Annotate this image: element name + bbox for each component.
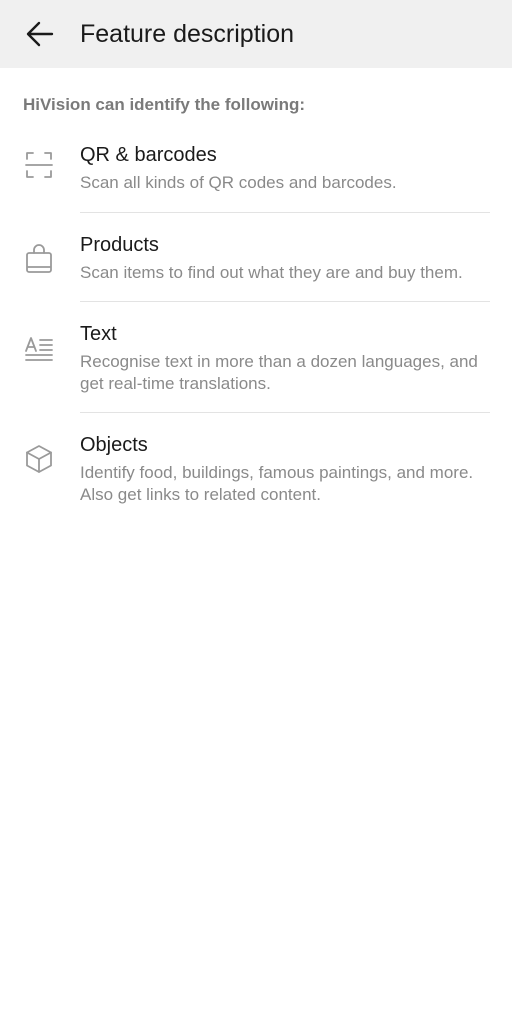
feature-title: Products — [80, 234, 159, 256]
feature-item-objects: Objects Identify food, buildings, famous… — [0, 413, 512, 523]
feature-title: Text — [80, 323, 117, 345]
feature-description: Scan items to find out what they are and… — [80, 263, 463, 282]
feature-item-products: Products Scan items to find out what the… — [0, 213, 512, 302]
feature-list: QR & barcodes Scan all kinds of QR codes… — [0, 127, 512, 523]
feature-description: Scan all kinds of QR codes and barcodes. — [80, 173, 397, 192]
shopping-bag-icon — [26, 244, 52, 273]
feature-item-text: Text Recognise text in more than a dozen… — [0, 302, 512, 413]
feature-description-screen: Feature description HiVision can identif… — [0, 0, 512, 1024]
page-title: Feature description — [80, 19, 295, 48]
feature-item-qr-barcodes: QR & barcodes Scan all kinds of QR codes… — [0, 127, 512, 213]
feature-title: Objects — [80, 434, 148, 456]
app-bar: Feature description — [0, 0, 512, 68]
feature-description: Recognise text in more than a dozen lang… — [80, 352, 478, 393]
qr-scan-icon — [25, 152, 53, 178]
text-recognition-icon — [25, 337, 53, 361]
cube-icon — [26, 445, 52, 473]
feature-title: QR & barcodes — [80, 144, 217, 166]
back-button[interactable] — [20, 14, 60, 54]
intro-label: HiVision can identify the following: — [23, 95, 306, 114]
arrow-left-icon — [26, 21, 54, 47]
feature-description: Identify food, buildings, famous paintin… — [80, 463, 474, 504]
